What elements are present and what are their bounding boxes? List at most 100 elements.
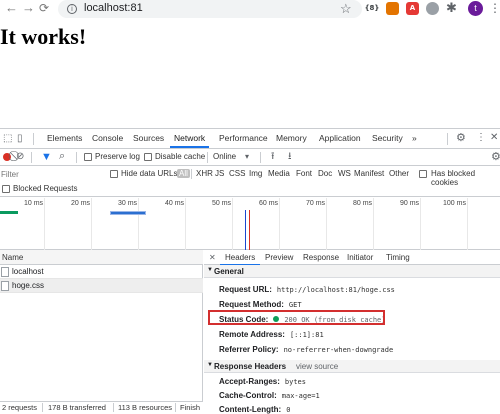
settings-gear-icon[interactable]: ⚙ xyxy=(456,132,466,144)
ext-grey-icon[interactable] xyxy=(426,2,439,15)
tab-memory[interactable]: Memory xyxy=(276,133,307,143)
has-blocked-cookies-checkbox[interactable] xyxy=(419,170,427,178)
timeline-tick-label: 100 ms xyxy=(443,200,466,207)
type-filter-doc[interactable]: Doc xyxy=(318,169,332,178)
menu-kebab-icon[interactable]: ⋮ xyxy=(489,1,500,15)
ext-orange-icon[interactable] xyxy=(386,2,399,15)
ext-acrobat-icon[interactable]: A xyxy=(406,2,419,15)
response-headers-section-header[interactable]: ▼ Response Headers view source xyxy=(204,360,500,373)
ext-codes-icon[interactable]: {8} xyxy=(363,2,381,15)
timeline-gridline xyxy=(185,198,186,250)
type-filter-all[interactable]: All xyxy=(177,169,190,178)
type-filter-js[interactable]: JS xyxy=(215,169,224,178)
close-details-icon[interactable]: ✕ xyxy=(209,253,216,262)
type-filter-ws[interactable]: WS xyxy=(338,169,351,178)
network-settings-gear-icon[interactable]: ⚙ xyxy=(491,151,500,163)
content-length-key: Content-Length: xyxy=(219,405,282,414)
devtools-menu-icon[interactable]: ⋮ xyxy=(476,132,486,144)
hide-data-urls-checkbox[interactable] xyxy=(110,170,118,178)
request-list-header: Name xyxy=(0,250,203,265)
more-tabs-icon[interactable]: » xyxy=(412,133,417,143)
tab-headers[interactable]: Headers xyxy=(219,253,261,266)
preserve-log-label: Preserve log xyxy=(95,152,140,161)
tab-timing[interactable]: Timing xyxy=(386,253,410,262)
timeline-tick-label: 30 ms xyxy=(118,200,138,207)
tab-network[interactable]: Network xyxy=(169,133,210,148)
tab-elements[interactable]: Elements xyxy=(47,133,82,143)
device-toolbar-icon[interactable]: ▯ xyxy=(17,133,23,145)
divider xyxy=(76,152,77,163)
preserve-log-checkbox[interactable] xyxy=(84,153,92,161)
type-filter-other[interactable]: Other xyxy=(389,169,409,178)
devtools-tabbar: ⬚ ▯ Elements Console Sources Network Per… xyxy=(0,129,500,149)
timeline-tick-label: 70 ms xyxy=(306,200,326,207)
accept-ranges-value: bytes xyxy=(284,378,306,386)
tab-sources[interactable]: Sources xyxy=(133,133,164,143)
tab-performance[interactable]: Performance xyxy=(219,133,268,143)
request-name: hoge.css xyxy=(12,281,45,290)
close-devtools-icon[interactable]: ✕ xyxy=(490,132,498,144)
divider xyxy=(207,152,208,163)
timeline-gridline xyxy=(420,198,421,250)
table-row[interactable]: hoge.css xyxy=(0,279,203,293)
table-row[interactable]: localhost xyxy=(0,265,203,279)
request-url-key: Request URL: xyxy=(219,285,272,294)
back-icon[interactable]: ← xyxy=(5,1,18,15)
request-method-row: Request Method: GET xyxy=(219,300,302,309)
column-name-header[interactable]: Name xyxy=(2,253,23,262)
timeline-gridline xyxy=(91,198,92,250)
info-icon[interactable]: i xyxy=(67,4,77,14)
filter-bar: Hide data URLs All XHR JS CSS Img Media … xyxy=(0,166,500,187)
disable-cache-checkbox[interactable] xyxy=(144,153,152,161)
type-filter-font[interactable]: Font xyxy=(296,169,312,178)
type-filter-css[interactable]: CSS xyxy=(229,169,245,178)
disable-cache-label: Disable cache xyxy=(155,152,206,161)
tab-initiator[interactable]: Initiator xyxy=(347,253,373,262)
search-icon[interactable]: ⌕ xyxy=(59,150,65,162)
request-method-key: Request Method: xyxy=(219,300,284,309)
type-filter-xhr[interactable]: XHR xyxy=(196,169,213,178)
timeline-gridline xyxy=(232,198,233,250)
divider xyxy=(31,152,32,163)
timeline-bar-localhost xyxy=(0,211,18,214)
type-filter-media[interactable]: Media xyxy=(268,169,290,178)
view-source-link[interactable]: view source xyxy=(296,362,338,371)
timeline-tick-label: 20 ms xyxy=(71,200,91,207)
filter-input[interactable] xyxy=(0,168,102,180)
stylesheet-icon xyxy=(1,281,9,291)
type-filter-manifest[interactable]: Manifest xyxy=(354,169,384,178)
tab-application[interactable]: Application xyxy=(319,133,361,143)
export-har-icon[interactable]: ⭳ xyxy=(288,151,292,163)
chevron-down-icon[interactable]: ▾ xyxy=(245,152,249,161)
address-bar[interactable]: i localhost:81 xyxy=(58,0,362,18)
timeline-gridline xyxy=(467,198,468,250)
forward-icon[interactable]: → xyxy=(22,1,35,15)
blocked-requests-checkbox[interactable] xyxy=(2,185,10,193)
divider xyxy=(447,133,448,145)
timeline-gridline xyxy=(373,198,374,250)
cache-control-row: Cache-Control: max-age=1 xyxy=(219,391,320,400)
triangle-down-icon: ▼ xyxy=(207,267,213,273)
tab-console[interactable]: Console xyxy=(92,133,123,143)
record-icon[interactable] xyxy=(3,153,11,161)
inspect-element-icon[interactable]: ⬚ xyxy=(3,133,12,145)
divider xyxy=(260,152,261,163)
extensions-puzzle-icon[interactable]: ✱ xyxy=(446,1,457,15)
remote-address-key: Remote Address: xyxy=(219,330,285,339)
type-filter-img[interactable]: Img xyxy=(249,169,262,178)
general-section-header[interactable]: ▼ General xyxy=(204,265,500,278)
devtools-panel: ⬚ ▯ Elements Console Sources Network Per… xyxy=(0,128,500,414)
filter-funnel-icon[interactable]: ▼ xyxy=(41,151,52,163)
tab-response[interactable]: Response xyxy=(303,253,339,262)
tab-security[interactable]: Security xyxy=(372,133,403,143)
clear-log-icon[interactable]: ⊘ xyxy=(16,151,24,163)
timeline-tick-label: 80 ms xyxy=(353,200,373,207)
import-har-icon[interactable]: ⭱ xyxy=(271,151,275,163)
avatar[interactable]: t xyxy=(468,1,483,16)
reload-icon[interactable]: ⟳ xyxy=(39,1,49,15)
bookmark-star-icon[interactable]: ☆ xyxy=(340,1,352,17)
request-list: Name localhost hoge.css xyxy=(0,250,203,401)
timeline-overview[interactable]: 10 ms 20 ms 30 ms 40 ms 50 ms 60 ms 70 m… xyxy=(0,198,500,250)
tab-preview[interactable]: Preview xyxy=(265,253,293,262)
throttling-select[interactable]: Online xyxy=(213,152,236,161)
